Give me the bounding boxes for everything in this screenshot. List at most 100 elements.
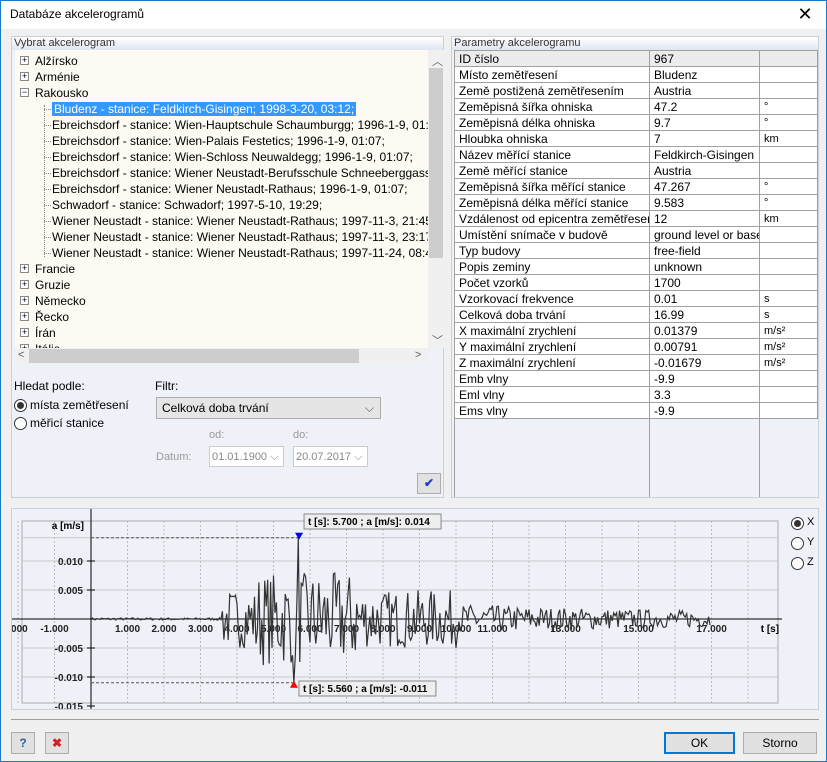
table-row[interactable]: Typ budovy free-field bbox=[454, 242, 818, 259]
component-label[interactable]: Y bbox=[807, 536, 814, 548]
scroll-up-icon[interactable]: ︿ bbox=[432, 53, 443, 69]
radio-station-label[interactable]: měřicí stanice bbox=[30, 416, 104, 430]
apply-filter-button[interactable]: ✔ bbox=[417, 473, 441, 494]
tree-item[interactable]: Ebreichsdorf - stanice: Wien-Schloss Neu… bbox=[44, 149, 413, 165]
tree-item[interactable]: +Itálie bbox=[15, 341, 60, 348]
horizontal-scrollbar[interactable]: < > bbox=[15, 348, 428, 364]
table-row[interactable]: Zeměpisná šířka měřící stanice 47.267 ° bbox=[454, 178, 818, 195]
filter-select[interactable]: Celková doba trvání ⌵ bbox=[156, 397, 381, 419]
table-row[interactable]: Umístění snímače v budově ground level or… bbox=[454, 226, 818, 243]
component-radio-z[interactable] bbox=[791, 557, 804, 570]
radio-station[interactable] bbox=[14, 417, 27, 430]
table-row[interactable]: Název měřící stanice Feldkirch-Gisingen bbox=[454, 146, 818, 163]
radio-earthquake-place-label[interactable]: místa zemětřesení bbox=[30, 398, 129, 412]
expand-icon[interactable]: + bbox=[20, 296, 29, 305]
x-tick-label: 15.000 bbox=[623, 624, 654, 635]
tree-item-label: Ebreichsdorf - stanice: Wien-Schloss Neu… bbox=[52, 150, 413, 164]
tree-item[interactable]: + Írán bbox=[15, 325, 56, 341]
tree-item[interactable]: Wiener Neustadt - stanice: Wiener Neusta… bbox=[44, 229, 428, 245]
tree-item[interactable]: + Gruzie bbox=[15, 277, 70, 293]
accelerogram-tree[interactable]: + Alžírsko + Arménie − Rakousko Bludenz - stan… bbox=[15, 50, 428, 348]
table-row[interactable]: Země postižená zemětřesením Austria bbox=[454, 82, 818, 99]
tree-item[interactable]: + Francie bbox=[15, 261, 75, 277]
radio-earthquake-place[interactable] bbox=[14, 399, 27, 412]
component-radio-x[interactable] bbox=[791, 517, 804, 530]
expand-icon[interactable]: + bbox=[20, 56, 29, 65]
tree-item[interactable]: Ebreichsdorf - stanice: Wiener Neustadt-… bbox=[44, 181, 408, 197]
table-row[interactable]: Vzdálenost od epicentra zemětřesení 12 km bbox=[454, 210, 818, 227]
filter-value: Celková doba trvání bbox=[162, 401, 269, 415]
tree-item[interactable]: Bludenz - stanice: Feldkirch-Gisingen; 1… bbox=[44, 101, 357, 117]
close-icon[interactable]: ✕ bbox=[790, 4, 820, 25]
table-row[interactable]: Země měřící stanice Austria bbox=[454, 162, 818, 179]
tree-item-label: Řecko bbox=[35, 310, 70, 324]
x-tick-label: 3.000 bbox=[188, 624, 213, 635]
param-name: X maximální zrychlení bbox=[454, 322, 650, 339]
expand-icon[interactable]: + bbox=[20, 72, 29, 81]
table-row[interactable]: Popis zeminy unknown bbox=[454, 258, 818, 275]
expand-icon[interactable]: + bbox=[20, 328, 29, 337]
table-row[interactable]: Počet vzorků 1700 bbox=[454, 274, 818, 291]
tree-item[interactable]: + Alžírsko bbox=[15, 53, 78, 69]
scroll-left-icon[interactable]: < bbox=[18, 349, 24, 361]
table-row[interactable]: Zeměpisná délka měřící stanice 9.583 ° bbox=[454, 194, 818, 211]
param-unit bbox=[759, 162, 818, 179]
table-row[interactable]: Emb vlny -9.9 bbox=[454, 370, 818, 387]
table-row[interactable]: X maximální zrychlení 0.01379 m/s² bbox=[454, 322, 818, 339]
table-row[interactable]: Y maximální zrychlení 0.00791 m/s² bbox=[454, 338, 818, 355]
expand-icon[interactable]: + bbox=[20, 264, 29, 273]
table-row[interactable]: Zeměpisná délka ohniska 9.7 ° bbox=[454, 114, 818, 131]
x-tick-label: 1.000 bbox=[115, 624, 140, 635]
tree-item[interactable]: Wiener Neustadt - stanice: Wiener Neusta… bbox=[44, 245, 428, 261]
param-unit bbox=[759, 146, 818, 163]
param-name: Typ budovy bbox=[454, 242, 650, 259]
table-row[interactable]: Vzorkovací frekvence 0.01 s bbox=[454, 290, 818, 307]
tree-item-label: Francie bbox=[35, 262, 76, 276]
component-label[interactable]: Z bbox=[807, 556, 814, 568]
tree-item[interactable]: Ebreichsdorf - stanice: Wien-Hauptschule… bbox=[44, 117, 428, 133]
scroll-right-icon[interactable]: > bbox=[415, 349, 421, 361]
delete-button[interactable]: ✖ bbox=[45, 732, 69, 754]
tree-item[interactable]: − Rakousko bbox=[15, 85, 88, 101]
cancel-button[interactable]: Storno bbox=[743, 732, 817, 754]
table-row[interactable]: ID číslo 967 bbox=[454, 50, 818, 67]
param-name: Zeměpisná délka ohniska bbox=[454, 114, 650, 131]
chevron-down-icon: ⌵ bbox=[364, 401, 374, 415]
table-row[interactable]: Z maximální zrychlení -0.01679 m/s² bbox=[454, 354, 818, 371]
scroll-down-icon[interactable]: ﹀ bbox=[432, 332, 443, 348]
tree-item[interactable]: Schwadorf - stanice: Schwadorf; 1997-5-1… bbox=[44, 197, 322, 213]
param-unit bbox=[759, 370, 818, 387]
tree-item[interactable]: + Řecko bbox=[15, 309, 69, 325]
collapse-icon[interactable]: − bbox=[20, 88, 29, 97]
tree-item-label: Ebreichsdorf - stanice: Wiener Neustadt-… bbox=[52, 182, 408, 196]
date-to-picker[interactable]: 20.07.2017 ⌵ bbox=[293, 446, 368, 467]
component-label[interactable]: X bbox=[807, 516, 814, 528]
table-row[interactable]: Zeměpisná šířka ohniska 47.2 ° bbox=[454, 98, 818, 115]
table-row[interactable]: Celková doba trvání 16.99 s bbox=[454, 306, 818, 323]
date-from-picker[interactable]: 01.01.1900 ⌵ bbox=[209, 446, 284, 467]
param-unit: km bbox=[759, 130, 818, 147]
scroll-thumb[interactable] bbox=[29, 349, 359, 363]
param-unit bbox=[759, 226, 818, 243]
tree-item[interactable]: Ebreichsdorf - stanice: Wiener Neustadt-… bbox=[44, 165, 428, 181]
expand-icon[interactable]: + bbox=[20, 312, 29, 321]
ok-button[interactable]: OK bbox=[664, 732, 735, 754]
expand-icon[interactable]: + bbox=[20, 280, 29, 289]
param-name: Umístění snímače v budově bbox=[454, 226, 650, 243]
vertical-scrollbar[interactable]: ︿ ﹀ bbox=[428, 50, 444, 348]
table-row[interactable]: Ems vlny -9.9 bbox=[454, 402, 818, 419]
param-unit bbox=[759, 386, 818, 403]
help-button[interactable]: ? bbox=[11, 732, 35, 754]
table-row[interactable]: Místo zemětřesení Bludenz bbox=[454, 66, 818, 83]
tree-item[interactable]: Wiener Neustadt - stanice: Wiener Neusta… bbox=[44, 213, 428, 229]
scroll-thumb[interactable] bbox=[429, 68, 443, 258]
table-row[interactable]: Hloubka ohniska 7 km bbox=[454, 130, 818, 147]
component-radio-y[interactable] bbox=[791, 537, 804, 550]
tree-item[interactable]: + Německo bbox=[15, 293, 86, 309]
table-row[interactable]: Eml vlny 3.3 bbox=[454, 386, 818, 403]
param-value: -9.9 bbox=[649, 370, 760, 387]
param-value: Austria bbox=[649, 162, 760, 179]
tree-item[interactable]: Ebreichsdorf - stanice: Wien-Palais Fest… bbox=[44, 133, 385, 149]
tree-item[interactable]: + Arménie bbox=[15, 69, 80, 85]
y-tick-label: -0.010 bbox=[55, 673, 84, 684]
